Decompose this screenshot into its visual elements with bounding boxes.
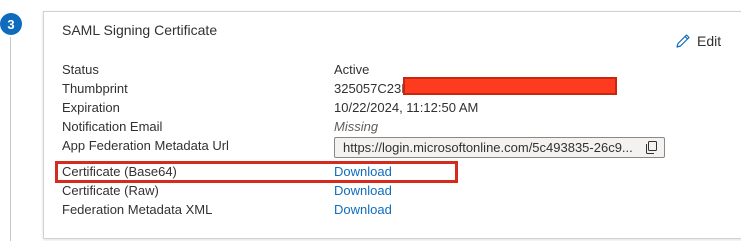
certificate-raw-label: Certificate (Raw)	[62, 183, 159, 198]
expiration-value: 10/22/2024, 11:12:50 AM	[334, 100, 479, 115]
app-federation-metadata-url-value: https://login.microsoftonline.com/5c4938…	[343, 140, 633, 155]
saml-step-section: 3 SAML Signing Certificate Edit Status T…	[0, 0, 741, 241]
pencil-icon	[675, 33, 691, 49]
step-number-badge: 3	[0, 13, 22, 35]
step-connector-line	[10, 37, 11, 241]
app-federation-metadata-url-label: App Federation Metadata Url	[62, 138, 229, 153]
card-title: SAML Signing Certificate	[62, 22, 218, 38]
notification-email-label: Notification Email	[62, 119, 163, 134]
certificate-raw-download-link[interactable]: Download	[334, 183, 392, 198]
notification-email-value: Missing	[334, 119, 379, 134]
app-federation-metadata-url-field[interactable]: https://login.microsoftonline.com/5c4938…	[334, 137, 665, 158]
federation-metadata-xml-label: Federation Metadata XML	[62, 202, 213, 217]
status-value: Active	[334, 62, 370, 77]
edit-label: Edit	[697, 33, 722, 49]
status-label: Status	[62, 62, 99, 77]
copy-icon[interactable]	[645, 141, 658, 159]
edit-button[interactable]: Edit	[675, 33, 721, 49]
thumbprint-redaction	[403, 77, 617, 95]
expiration-label: Expiration	[62, 100, 120, 115]
federation-metadata-xml-download-link[interactable]: Download	[334, 202, 392, 217]
certificate-base64-highlight-box	[55, 161, 458, 183]
thumbprint-label: Thumbprint	[62, 81, 128, 96]
